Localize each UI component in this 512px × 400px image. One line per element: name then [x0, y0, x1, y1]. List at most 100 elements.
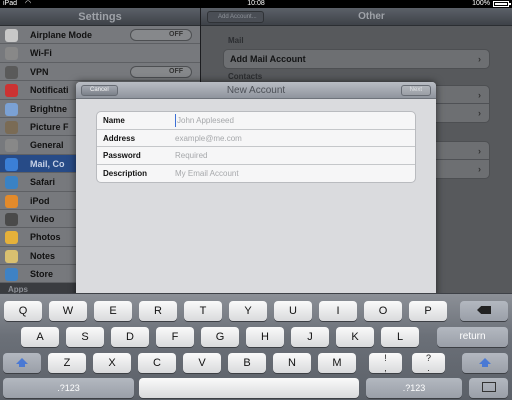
add-mail-account-row[interactable]: Add Mail Account ›	[224, 50, 489, 68]
detail-title: Other	[358, 11, 385, 22]
settings-row-icon	[5, 249, 18, 263]
key-y[interactable]: Y	[229, 301, 267, 321]
settings-row-label: Brightne	[30, 103, 67, 114]
key-l[interactable]: L	[381, 327, 419, 347]
settings-row-icon	[5, 157, 18, 171]
key-m[interactable]: M	[318, 353, 356, 373]
settings-row[interactable]: Airplane Mode OFF	[0, 26, 200, 45]
key-i[interactable]: I	[319, 301, 357, 321]
key-u[interactable]: U	[274, 301, 312, 321]
question-key[interactable]: ? .	[412, 353, 445, 373]
settings-row[interactable]: VPN OFF	[0, 62, 200, 82]
key-b[interactable]: B	[228, 353, 266, 373]
settings-row-label: Video	[30, 213, 55, 224]
return-key[interactable]: return	[437, 327, 508, 347]
shift-key-right[interactable]	[462, 353, 508, 373]
space-bar[interactable]	[139, 378, 359, 398]
chevron-right-icon: ›	[478, 164, 481, 174]
shift-icon	[16, 358, 28, 367]
key-v[interactable]: V	[183, 353, 221, 373]
settings-toggle[interactable]: OFF	[130, 65, 192, 78]
key-o[interactable]: O	[364, 301, 402, 321]
settings-toggle[interactable]: OFF	[130, 29, 192, 41]
key-q[interactable]: Q	[4, 301, 42, 321]
description-field[interactable]	[175, 166, 405, 180]
question-key-bottom: .	[427, 363, 430, 373]
key-x[interactable]: X	[93, 353, 131, 373]
key-a[interactable]: A	[21, 327, 59, 347]
settings-row-icon	[5, 29, 18, 42]
clock: 10:08	[247, 0, 265, 7]
numbers-key-right[interactable]: .?123	[366, 378, 462, 398]
password-label: Password	[103, 151, 141, 160]
settings-row[interactable]: Wi-Fi	[0, 44, 200, 63]
settings-row-icon	[5, 268, 18, 282]
key-n[interactable]: N	[273, 353, 311, 373]
description-label: Description	[103, 168, 148, 178]
key-t[interactable]: T	[184, 301, 222, 321]
detail-nav-bar: Add Account... Other	[201, 8, 512, 26]
hide-keyboard-key[interactable]	[469, 378, 508, 398]
key-s[interactable]: S	[66, 327, 104, 347]
mail-group: Add Mail Account ›	[223, 49, 490, 69]
settings-row-icon	[5, 102, 18, 116]
settings-row-label: General	[30, 140, 64, 151]
settings-row-icon	[5, 65, 18, 79]
key-h[interactable]: H	[246, 327, 284, 347]
key-d[interactable]: D	[111, 327, 149, 347]
settings-row-icon	[5, 176, 18, 190]
add-mail-account-label: Add Mail Account	[230, 54, 306, 64]
key-e[interactable]: E	[94, 301, 132, 321]
settings-row-label: Store	[30, 269, 54, 280]
backspace-icon	[477, 306, 491, 314]
keyboard-icon	[481, 382, 496, 392]
settings-row-label: Airplane Mode	[30, 30, 93, 40]
key-k[interactable]: K	[336, 327, 374, 347]
settings-row-label: iPod	[30, 195, 50, 206]
delete-key[interactable]	[460, 301, 508, 321]
name-label: Name	[103, 116, 125, 125]
settings-row-label: Picture F	[30, 121, 69, 132]
exclamation-key-top: !	[384, 353, 387, 363]
status-bar: iPad ◠ 10:08 100%	[0, 0, 512, 8]
shift-key-left[interactable]	[3, 353, 41, 373]
exclamation-key[interactable]: ! ,	[369, 353, 402, 373]
settings-row-label: Mail, Co	[30, 158, 65, 169]
settings-row-icon	[5, 47, 18, 61]
key-f[interactable]: F	[156, 327, 194, 347]
settings-row-icon	[5, 194, 18, 208]
settings-row-label: VPN	[30, 66, 49, 77]
key-g[interactable]: G	[201, 327, 239, 347]
chevron-right-icon: ›	[478, 54, 481, 64]
settings-row-icon	[5, 231, 18, 245]
chevron-right-icon: ›	[478, 108, 481, 118]
contacts-section-header: Contacts	[228, 72, 263, 81]
on-screen-keyboard: QWERTYUIOP ASDFGHJKL return ZXCVBNM ! , …	[0, 293, 512, 400]
key-j[interactable]: J	[291, 327, 329, 347]
key-w[interactable]: W	[49, 301, 87, 321]
address-field[interactable]	[175, 131, 405, 145]
name-field[interactable]	[175, 114, 405, 127]
key-p[interactable]: P	[409, 301, 447, 321]
new-account-sheet: Cancel New Account Next Name Address Pas…	[76, 82, 436, 300]
numbers-key-left[interactable]: .?123	[3, 378, 134, 398]
settings-row-label: Photos	[30, 232, 61, 243]
mail-section-header: Mail	[228, 36, 244, 45]
description-row: Description	[97, 165, 415, 183]
settings-row-label: Notes	[30, 250, 56, 261]
next-button[interactable]: Next	[400, 85, 431, 96]
settings-row-icon	[5, 84, 18, 98]
password-field[interactable]	[175, 149, 405, 162]
settings-row-label: Wi-Fi	[30, 48, 52, 59]
key-c[interactable]: C	[138, 353, 176, 373]
chevron-right-icon: ›	[478, 146, 481, 156]
name-row: Name	[97, 112, 415, 130]
key-z[interactable]: Z	[48, 353, 86, 373]
exclamation-key-bottom: ,	[384, 363, 387, 373]
sheet-title: New Account	[226, 85, 286, 96]
chevron-right-icon: ›	[478, 90, 481, 100]
settings-title: Settings	[0, 8, 200, 26]
key-r[interactable]: R	[139, 301, 177, 321]
question-key-top: ?	[425, 353, 431, 363]
address-row: Address	[97, 130, 415, 147]
